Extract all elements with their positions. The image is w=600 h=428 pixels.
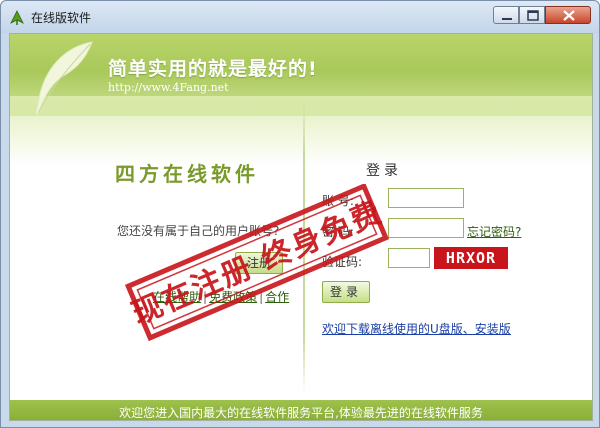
help-link[interactable]: 在线帮助 [153, 290, 201, 304]
maximize-button[interactable] [519, 6, 545, 24]
login-button[interactable]: 登录 [322, 281, 370, 303]
slogan: 简单实用的就是最好的! [108, 58, 318, 80]
password-input[interactable] [388, 218, 464, 238]
no-account-text: 您还没有属于自己的用户账号? [117, 224, 280, 238]
minimize-icon [502, 18, 512, 20]
register-button[interactable]: 注册 [235, 252, 283, 274]
captcha-input[interactable] [388, 248, 430, 268]
forgot-password-link[interactable]: 忘记密码? [467, 223, 521, 240]
maximize-icon [527, 10, 539, 21]
captcha-code: HRXOR [445, 249, 497, 267]
section-divider [303, 94, 305, 394]
free-policy-link[interactable]: 免费政策 [209, 290, 257, 304]
login-heading: 登录 [366, 163, 402, 179]
app-window: 在线版软件 简单实用的就是最好的! http://www.4Fang.net 四… [0, 0, 600, 428]
app-leaf-icon [10, 10, 24, 25]
minimize-button[interactable] [493, 6, 519, 24]
account-label: 账 号: [322, 194, 354, 208]
feather-icon [35, 41, 93, 115]
footer-text: 欢迎您进入国内最大的在线软件服务平台,体验最先进的在线软件服务 [119, 406, 483, 420]
password-label: 密 码: [322, 225, 354, 239]
partner-link[interactable]: 合作 [265, 290, 289, 304]
main-panel: 简单实用的就是最好的! http://www.4Fang.net 四方在线软件 … [9, 33, 593, 421]
account-input[interactable] [388, 188, 464, 208]
window-title: 在线版软件 [31, 11, 92, 25]
close-icon [563, 10, 575, 21]
captcha-image[interactable]: HRXOR [434, 247, 508, 269]
help-links: 在线帮助 | 免费政策 | 合作 [153, 290, 290, 304]
title-bar[interactable]: 在线版软件 [1, 1, 599, 33]
download-offline-link[interactable]: 欢迎下载离线使用的U盘版、安装版 [322, 320, 511, 337]
captcha-label: 验证码: [322, 255, 363, 269]
brand-title: 四方在线软件 [115, 162, 259, 186]
close-button[interactable] [545, 6, 591, 24]
site-url: http://www.4Fang.net [108, 81, 229, 94]
footer-bar: 欢迎您进入国内最大的在线软件服务平台,体验最先进的在线软件服务 [10, 400, 592, 420]
